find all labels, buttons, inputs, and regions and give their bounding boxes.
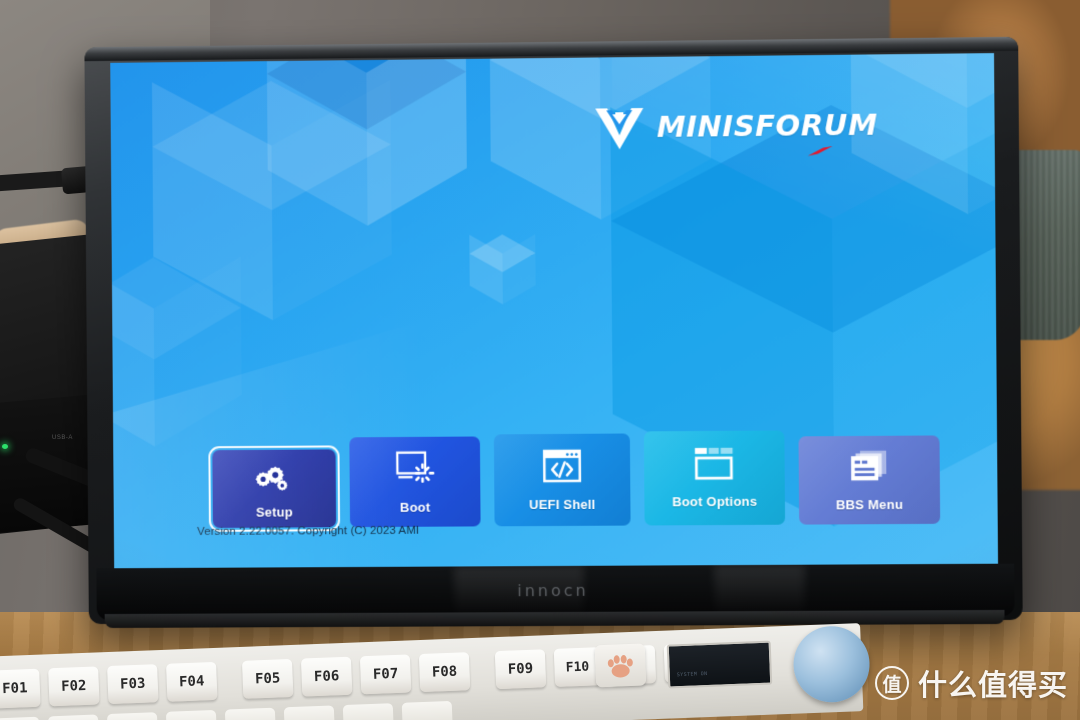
key-f05[interactable]: F05 — [241, 658, 294, 699]
watermark-text: 什么值得买 — [917, 668, 1068, 702]
keyboard-mini-display: SYSTEM ON — [666, 640, 773, 689]
dock-power-led — [2, 444, 8, 449]
tile-bbs-menu[interactable]: BBS Menu — [798, 435, 941, 525]
tile-label: Boot Options — [672, 493, 758, 510]
key-f04[interactable]: F04 — [166, 661, 218, 702]
tile-boot-options[interactable]: Boot Options — [643, 430, 786, 526]
bezel-reflection-2 — [714, 564, 805, 618]
key-row2-5[interactable] — [224, 707, 276, 720]
portable-monitor: MINISFORUM Setup Boot UEFI Shell Boot Op… — [84, 36, 1023, 628]
tabs-window-icon — [692, 447, 736, 485]
cat-paw-keycap[interactable] — [594, 643, 647, 688]
minisforum-wordmark: MINISFORUM — [656, 107, 878, 144]
minisforum-crown-icon — [593, 105, 645, 150]
tile-uefi-shell[interactable]: UEFI Shell — [493, 433, 631, 527]
dock-port-label: USB-A — [52, 435, 73, 441]
key-f06[interactable]: F06 — [300, 656, 353, 697]
tile-label: BBS Menu — [835, 496, 904, 512]
tile-label: Boot — [399, 499, 431, 515]
key-row2-6[interactable] — [283, 705, 335, 720]
gears-icon — [254, 458, 294, 495]
key-f09[interactable]: F09 — [494, 649, 547, 690]
paw-print-icon — [605, 654, 636, 679]
site-watermark: 值 什么值得买 — [874, 662, 1068, 704]
bg-cube-small — [469, 234, 535, 305]
tile-label: Setup — [255, 504, 293, 520]
key-f08[interactable]: F08 — [418, 652, 471, 693]
key-row2-8[interactable] — [401, 700, 453, 720]
keyboard-mini-display-text: SYSTEM ON — [676, 671, 708, 679]
monitor-screen: MINISFORUM Setup Boot UEFI Shell Boot Op… — [110, 53, 999, 569]
tile-label: UEFI Shell — [529, 496, 596, 512]
monitor-spinner-icon — [394, 449, 436, 490]
code-window-icon — [542, 448, 582, 487]
tile-boot[interactable]: Boot — [349, 436, 481, 528]
bios-front-page: MINISFORUM Setup Boot UEFI Shell Boot Op… — [110, 53, 999, 569]
key-f02[interactable]: F02 — [48, 666, 100, 707]
bios-version-text: Version 2.22.0057. Copyright (C) 2023 AM… — [197, 524, 420, 538]
key-f01[interactable]: F01 — [0, 668, 41, 709]
tile-setup[interactable]: Setup — [208, 445, 341, 532]
photo-scene: USB-A MINISFORUM Setup Boot UEFI Shell B… — [0, 0, 1080, 720]
bios-menu-tiles: Setup Boot UEFI Shell Boot Options BBS M… — [208, 429, 941, 532]
key-f03[interactable]: F03 — [107, 664, 159, 705]
key-row2-3[interactable] — [106, 712, 158, 720]
watermark-badge-icon: 值 — [874, 666, 909, 700]
minisforum-logo: MINISFORUM — [593, 103, 878, 150]
key-row2-4[interactable] — [165, 709, 217, 720]
key-f07[interactable]: F07 — [359, 654, 412, 695]
key-row2-7[interactable] — [342, 703, 394, 720]
monitor-brand-label: innocn — [517, 580, 589, 601]
bg-cube-3 — [110, 257, 242, 447]
key-row2-2[interactable] — [47, 714, 99, 720]
documents-icon — [849, 448, 890, 487]
bg-cube-2 — [267, 53, 468, 226]
